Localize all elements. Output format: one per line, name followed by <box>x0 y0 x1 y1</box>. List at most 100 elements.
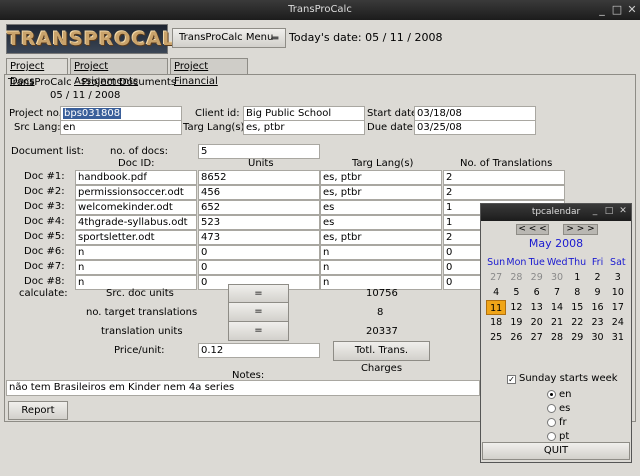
price-field[interactable]: 0.12 <box>198 343 320 358</box>
doc-id-field[interactable]: welcomekinder.odt <box>75 200 197 215</box>
calendar-day[interactable]: 22 <box>567 315 587 330</box>
calendar-day[interactable]: 11 <box>486 300 507 315</box>
due-date-label: Due date: <box>367 122 417 133</box>
calendar-day[interactable]: 3 <box>608 270 628 285</box>
calendar-day[interactable]: 18 <box>486 315 506 330</box>
prev-month-button[interactable]: < < < <box>516 224 549 235</box>
calendar-day[interactable]: 23 <box>587 315 607 330</box>
report-button[interactable]: Report <box>8 401 68 420</box>
doc-langs-field[interactable]: es, ptbr <box>320 185 442 200</box>
quit-button[interactable]: QUIT <box>482 442 630 460</box>
col-header-units: Units <box>248 158 274 169</box>
calendar-day[interactable]: 30 <box>547 270 567 285</box>
doc-id-field[interactable]: n <box>75 245 197 260</box>
tab-project-assignments[interactable]: Project Assignments <box>70 58 168 87</box>
calendar-day[interactable]: 24 <box>608 315 628 330</box>
doc-units-field[interactable]: 456 <box>198 185 320 200</box>
menu-button-label: TransProCalc Menu <box>179 32 274 43</box>
menu-button[interactable]: TransProCalc Menu ▬ <box>172 28 286 48</box>
calendar-day[interactable]: 27 <box>527 330 547 345</box>
doc-langs-field[interactable]: n <box>320 245 442 260</box>
calendar-day[interactable]: 6 <box>527 285 547 300</box>
doc-id-field[interactable]: permissionsoccer.odt <box>75 185 197 200</box>
targ-langs-field[interactable]: es, ptbr <box>243 120 365 135</box>
calendar-day[interactable]: 4 <box>486 285 506 300</box>
calendar-day[interactable]: 28 <box>547 330 567 345</box>
calendar-maximize-icon[interactable]: □ <box>603 206 615 218</box>
doc-id-field[interactable]: n <box>75 260 197 275</box>
calculate-label: calculate: <box>19 288 68 299</box>
calendar-day[interactable]: 19 <box>506 315 526 330</box>
language-radio[interactable] <box>547 404 556 413</box>
calendar-day[interactable]: 13 <box>527 300 547 315</box>
language-radio[interactable] <box>547 390 556 399</box>
src-lang-field[interactable]: en <box>60 120 182 135</box>
chevron-down-icon: ▬ <box>271 33 279 42</box>
language-radio[interactable] <box>547 432 556 441</box>
calendar-day[interactable]: 20 <box>527 315 547 330</box>
client-id-field[interactable]: Big Public School <box>243 106 365 121</box>
doc-units-field[interactable]: 8652 <box>198 170 320 185</box>
sunday-starts-checkbox[interactable]: ✓ <box>507 375 516 384</box>
calendar-day[interactable]: 27 <box>486 270 506 285</box>
doc-units-field[interactable]: 0 <box>198 260 320 275</box>
maximize-icon[interactable]: □ <box>610 3 624 17</box>
calendar-day[interactable]: 15 <box>567 300 587 315</box>
doc-units-field[interactable]: 523 <box>198 215 320 230</box>
calendar-day[interactable]: 31 <box>608 330 628 345</box>
doc-id-field[interactable]: 4thgrade-syllabus.odt <box>75 215 197 230</box>
doc-translations-field[interactable]: 2 <box>443 170 565 185</box>
calendar-day[interactable]: 25 <box>486 330 506 345</box>
next-month-button[interactable]: > > > <box>563 224 598 235</box>
calendar-day[interactable]: 9 <box>587 285 607 300</box>
doc-langs-field[interactable]: es <box>320 215 442 230</box>
due-date-field[interactable]: 03/25/08 <box>414 120 536 135</box>
doc-translations-field[interactable]: 2 <box>443 185 565 200</box>
tab-project-financial[interactable]: Project Financial <box>170 58 248 87</box>
calendar-day[interactable]: 16 <box>587 300 607 315</box>
calendar-day[interactable]: 14 <box>547 300 567 315</box>
language-radio[interactable] <box>547 418 556 427</box>
calendar-day[interactable]: 30 <box>587 330 607 345</box>
doc-row-label: Doc #5: <box>24 231 65 242</box>
calendar-day[interactable]: 12 <box>506 300 526 315</box>
doc-langs-field[interactable]: es, ptbr <box>320 170 442 185</box>
trans-units-equals-button[interactable]: = <box>228 321 289 341</box>
doc-row-label: Doc #4: <box>24 216 65 227</box>
calendar-minimize-icon[interactable]: _ <box>589 206 601 218</box>
doc-langs-field[interactable]: es, ptbr <box>320 230 442 245</box>
project-no-field[interactable]: bps031808 <box>60 106 182 121</box>
calendar-day[interactable]: 26 <box>506 330 526 345</box>
calendar-day[interactable]: 28 <box>506 270 526 285</box>
doc-units-field[interactable]: 0 <box>198 245 320 260</box>
calendar-day[interactable]: 5 <box>506 285 526 300</box>
total-charges-button[interactable]: Totl. Trans. Charges <box>333 341 430 374</box>
calendar-day[interactable]: 7 <box>547 285 567 300</box>
tab-project-docs[interactable]: Project Docs <box>6 58 68 87</box>
start-date-field[interactable]: 03/18/08 <box>414 106 536 121</box>
close-icon[interactable]: ✕ <box>625 3 639 17</box>
calendar-day[interactable]: 21 <box>547 315 567 330</box>
doc-langs-field[interactable]: es <box>320 200 442 215</box>
calendar-day[interactable]: 10 <box>608 285 628 300</box>
doc-id-field[interactable]: sportsletter.odt <box>75 230 197 245</box>
notes-field[interactable]: não tem Brasileiros em Kinder nem 4a ser… <box>6 380 480 396</box>
calendar-day[interactable]: 29 <box>527 270 547 285</box>
doc-units-field[interactable]: 652 <box>198 200 320 215</box>
calendar-day[interactable]: 1 <box>567 270 587 285</box>
weekday-header: Mon <box>506 257 527 268</box>
calendar-day[interactable]: 17 <box>608 300 628 315</box>
doc-id-field[interactable]: handbook.pdf <box>75 170 197 185</box>
target-trans-equals-button[interactable]: = <box>228 302 289 322</box>
calendar-close-icon[interactable]: ✕ <box>617 206 629 218</box>
src-units-equals-button[interactable]: = <box>228 284 289 304</box>
doc-units-field[interactable]: 473 <box>198 230 320 245</box>
calendar-day[interactable]: 29 <box>567 330 587 345</box>
calendar-day[interactable]: 8 <box>567 285 587 300</box>
doc-row-label: Doc #1: <box>24 171 65 182</box>
calendar-day[interactable]: 2 <box>587 270 607 285</box>
doc-row-label: Doc #2: <box>24 186 65 197</box>
doc-langs-field[interactable]: n <box>320 260 442 275</box>
targ-langs-label: Targ Lang(s): <box>183 122 248 133</box>
minimize-icon[interactable]: _ <box>595 3 609 17</box>
